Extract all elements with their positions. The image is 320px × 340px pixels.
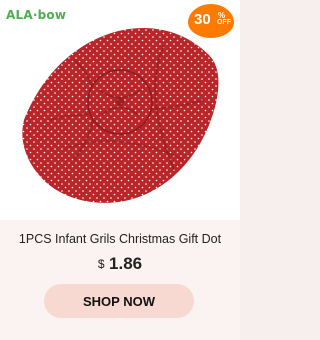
brand-logo-text: ALA·bow (6, 8, 67, 22)
discount-badge: 30 % OFF (188, 4, 234, 38)
product-card[interactable]: ALA·bow 30 % OFF 1PCS Infant Grils Chris… (0, 0, 240, 340)
shop-now-button[interactable]: SHOP NOW (44, 284, 194, 318)
discount-off-label: OFF (217, 19, 231, 26)
price-amount: 1.86 (109, 254, 143, 273)
product-price: $ 1.86 (0, 254, 240, 274)
brand-logo: ALA·bow (6, 8, 66, 22)
price-currency: $ (97, 257, 105, 271)
product-title[interactable]: 1PCS Infant Grils Christmas Gift Dot (0, 232, 240, 246)
discount-number: 30 (194, 11, 211, 28)
